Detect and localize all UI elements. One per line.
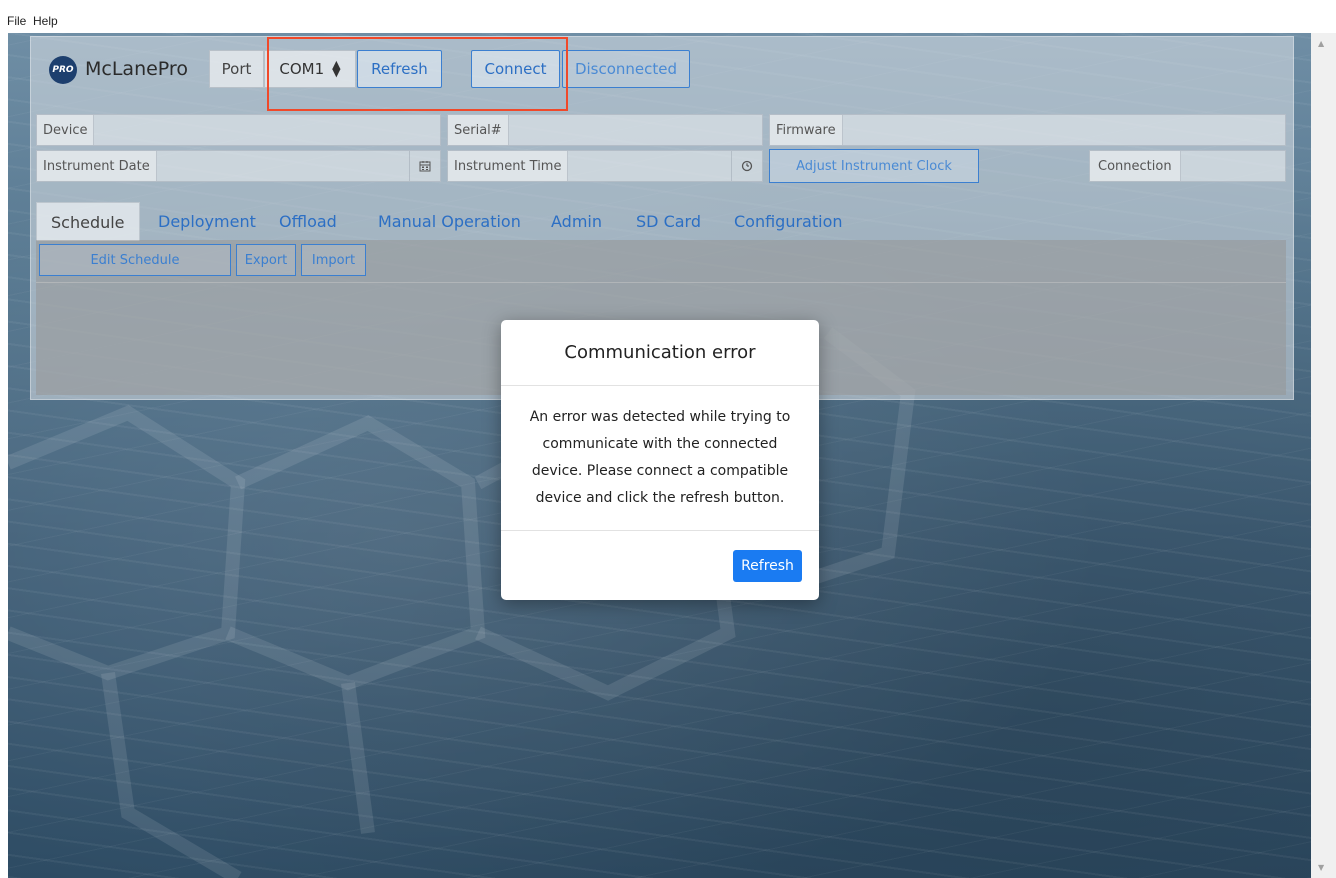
tab-schedule[interactable]: Schedule: [36, 202, 140, 241]
port-label: Port: [209, 50, 264, 88]
serial-field[interactable]: Serial#: [447, 114, 763, 146]
serial-label: Serial#: [448, 115, 509, 145]
tab-admin[interactable]: Admin: [551, 202, 602, 240]
vertical-scrollbar[interactable]: ▲ ▼: [1311, 33, 1336, 878]
scroll-up-icon[interactable]: ▲: [1318, 39, 1324, 48]
connection-label: Connection: [1090, 151, 1181, 181]
schedule-toolbar: Edit Schedule Export Import: [36, 240, 1286, 283]
firmware-field[interactable]: Firmware: [769, 114, 1286, 146]
dialog-refresh-button[interactable]: Refresh: [733, 550, 802, 582]
clock-icon-glyph: [741, 160, 753, 172]
menu-help[interactable]: Help: [33, 14, 58, 28]
export-button[interactable]: Export: [236, 244, 296, 276]
connect-button[interactable]: Connect: [471, 50, 560, 88]
adjust-clock-button[interactable]: Adjust Instrument Clock: [769, 149, 979, 183]
tab-configuration[interactable]: Configuration: [734, 202, 843, 240]
refresh-button[interactable]: Refresh: [357, 50, 442, 88]
firmware-label: Firmware: [770, 115, 843, 145]
tab-deployment[interactable]: Deployment: [158, 202, 256, 240]
scroll-down-icon[interactable]: ▼: [1318, 863, 1324, 872]
app-title: McLanePro: [85, 58, 188, 80]
device-field[interactable]: Device: [36, 114, 441, 146]
instrument-date-field[interactable]: Instrument Date: [36, 150, 441, 182]
instrument-time-field[interactable]: Instrument Time: [447, 150, 763, 182]
dialog-title: Communication error: [501, 320, 819, 386]
device-label: Device: [37, 115, 95, 145]
calendar-icon[interactable]: [409, 151, 440, 181]
tab-manual-operation[interactable]: Manual Operation: [378, 202, 521, 240]
error-dialog: Communication error An error was detecte…: [501, 320, 819, 600]
port-select[interactable]: COM1 ▲ ▼: [264, 50, 356, 88]
tab-sd-card[interactable]: SD Card: [636, 202, 701, 240]
instrument-date-label: Instrument Date: [37, 151, 157, 181]
clock-icon[interactable]: [731, 151, 762, 181]
menu-file[interactable]: File: [7, 14, 26, 28]
edit-schedule-button[interactable]: Edit Schedule: [39, 244, 231, 276]
logo-icon: PRO: [49, 56, 77, 84]
top-toolbar: PRO McLanePro Port COM1 ▲ ▼ Refresh Conne…: [31, 37, 1293, 111]
dialog-message: An error was detected while trying to co…: [501, 386, 819, 531]
connection-field[interactable]: Connection: [1089, 150, 1286, 182]
connection-status-button[interactable]: Disconnected: [562, 50, 690, 88]
updown-caret-icon: ▲ ▼: [332, 58, 341, 79]
port-select-value: COM1: [279, 60, 325, 78]
tab-offload[interactable]: Offload: [279, 202, 337, 240]
import-button[interactable]: Import: [301, 244, 366, 276]
calendar-icon-glyph: [419, 161, 431, 172]
instrument-time-label: Instrument Time: [448, 151, 569, 181]
menu-bar: File Help: [0, 0, 1336, 32]
